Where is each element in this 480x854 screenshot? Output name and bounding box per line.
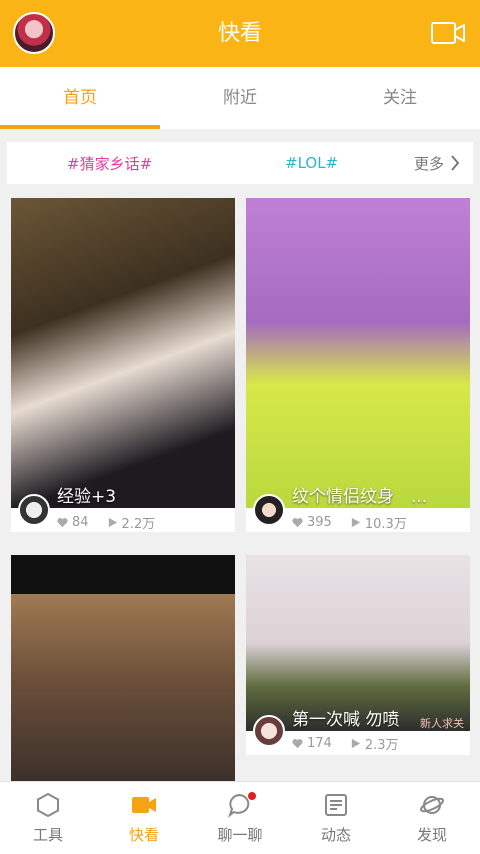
page-title: 快看 [217,21,262,46]
chevron-right-icon [451,155,460,171]
video-card[interactable]: 经验+3 84 2.2万 [11,198,235,532]
topic-link-hometown-dialect[interactable]: #猜家乡话# [67,153,152,174]
tab-nearby[interactable]: 附近 [160,67,320,129]
more-topics-button[interactable]: 更多 [414,153,460,174]
nav-quick-look[interactable]: 快看 [96,782,192,854]
video-card[interactable]: 纹个情侣纹身 ... 395 10.3万 [246,198,470,532]
heart-icon [57,518,68,528]
video-card[interactable]: 第一次喊 勿喷 新人求关 174 2.3万 [246,555,470,755]
nav-chat[interactable]: 聊一聊 [192,782,288,854]
like-count: 174 [307,736,332,751]
heart-icon [292,739,303,749]
video-stats: 395 10.3万 [292,513,407,532]
play-count: 2.3万 [364,738,399,753]
tab-home[interactable]: 首页 [0,67,160,129]
nav-label: 动态 [320,825,351,844]
video-camera-icon [132,796,156,813]
uploader-avatar[interactable] [253,715,285,747]
feed-tabs: 首页 附近 关注 [0,67,480,129]
play-count: 10.3万 [364,517,407,532]
notification-dot [248,792,256,800]
like-count: 84 [72,515,89,530]
video-caption: 经验+3 [57,487,117,507]
nav-feed[interactable]: 动态 [288,782,384,854]
planet-icon [419,795,445,814]
bottom-nav: 工具 快看 聊一聊 动态 发现 [0,781,480,854]
video-stats: 84 2.2万 [57,513,155,532]
record-video-icon[interactable] [431,21,465,45]
tab-following[interactable]: 关注 [320,67,480,129]
video-stats: 174 2.3万 [292,734,399,753]
nav-label: 聊一聊 [217,825,263,844]
topic-bar: #猜家乡话# #LOL# 更多 [7,142,473,184]
video-thumbnail [246,198,470,508]
nav-label: 工具 [32,825,63,844]
hexagon-icon [37,792,59,817]
nav-label: 快看 [128,825,159,844]
uploader-avatar[interactable] [18,494,50,526]
video-caption: 第一次喊 勿喷 [292,710,400,730]
like-count: 395 [307,515,332,530]
nav-tools[interactable]: 工具 [0,782,96,854]
top-bar: 快看 [0,0,480,67]
more-label: 更多 [414,154,445,173]
play-count: 2.2万 [121,517,156,532]
thumbnail-overlay-text: 新人求关 [420,717,464,730]
play-icon [108,517,117,528]
nav-discover[interactable]: 发现 [384,782,480,854]
play-icon [351,517,360,528]
video-caption: 纹个情侣纹身 ... [292,487,428,507]
video-thumbnail [11,198,235,508]
topic-link-lol[interactable]: #LOL# [285,154,338,172]
nav-label: 发现 [416,825,447,844]
feed-icon [325,793,347,816]
video-thumbnail [11,555,235,785]
play-icon [351,738,360,749]
heart-icon [292,518,303,528]
video-card[interactable] [11,555,235,785]
uploader-avatar[interactable] [253,494,285,526]
